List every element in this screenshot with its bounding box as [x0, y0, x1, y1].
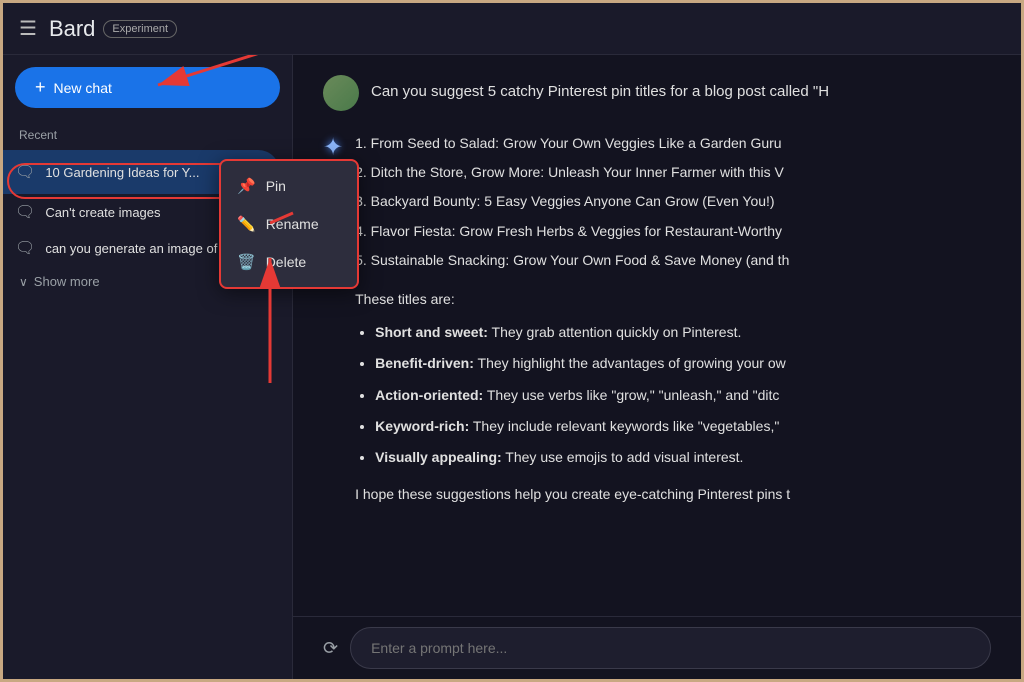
regenerate-icon[interactable]: ⟳ — [323, 638, 338, 659]
chat-icon: 🗨 — [15, 238, 35, 258]
bullet-list: Short and sweet: They grab attention qui… — [355, 320, 991, 470]
context-menu-item-delete[interactable]: 🗑️ Delete — [221, 243, 357, 281]
bullet-item-4: Keyword-rich: They include relevant keyw… — [375, 414, 991, 439]
menu-icon[interactable]: ☰ — [19, 16, 37, 41]
recent-label: Recent — [3, 124, 292, 150]
pin-icon: 📌 — [237, 177, 256, 195]
response-item-4: 4. Flavor Fiesta: Grow Fresh Herbs & Veg… — [355, 219, 991, 244]
show-more-label: Show more — [34, 274, 100, 289]
context-menu: 📌 Pin ✏️ Rename 🗑️ Delete — [219, 159, 359, 289]
chevron-down-icon: ∨ — [19, 275, 28, 289]
bullet-item-5: Visually appealing: They use emojis to a… — [375, 445, 991, 470]
bard-response: ✦ 1. From Seed to Salad: Grow Your Own V… — [323, 131, 991, 507]
chat-icon: 🗨 — [15, 202, 35, 222]
delete-icon: 🗑️ — [237, 253, 256, 271]
main-layout: + New chat Recent 🗨 10 Gardening Ideas f… — [3, 55, 1021, 679]
delete-label: Delete — [266, 254, 306, 270]
response-item-1: 1. From Seed to Salad: Grow Your Own Veg… — [355, 131, 991, 156]
topbar: ☰ Bard Experiment — [3, 3, 1021, 55]
prompt-input[interactable] — [350, 627, 991, 669]
response-content: 1. From Seed to Salad: Grow Your Own Veg… — [355, 131, 991, 507]
new-chat-button[interactable]: + New chat — [15, 67, 280, 108]
response-item-2: 2. Ditch the Store, Grow More: Unleash Y… — [355, 160, 991, 185]
experiment-badge: Experiment — [103, 20, 177, 38]
rename-icon: ✏️ — [237, 215, 256, 233]
summary-title: These titles are: — [355, 287, 991, 312]
bottom-bar: ⟳ — [293, 616, 1021, 679]
bullet-item-2: Benefit-driven: They highlight the advan… — [375, 351, 991, 376]
new-chat-label: New chat — [54, 80, 112, 96]
chat-content: Can you suggest 5 catchy Pinterest pin t… — [293, 55, 1021, 616]
response-item-5: 5. Sustainable Snacking: Grow Your Own F… — [355, 248, 991, 273]
brand-name: Bard — [49, 16, 95, 42]
content-area: Can you suggest 5 catchy Pinterest pin t… — [293, 55, 1021, 679]
sidebar: + New chat Recent 🗨 10 Gardening Ideas f… — [3, 55, 293, 679]
bullet-item-3: Action-oriented: They use verbs like "gr… — [375, 383, 991, 408]
chat-icon: 🗨 — [15, 162, 35, 182]
user-avatar — [323, 75, 359, 111]
user-question: Can you suggest 5 catchy Pinterest pin t… — [323, 75, 991, 111]
plus-icon: + — [35, 77, 46, 98]
context-menu-item-pin[interactable]: 📌 Pin — [221, 167, 357, 205]
rename-label: Rename — [266, 216, 319, 232]
chat-title: 10 Gardening Ideas for Y... — [45, 165, 240, 180]
response-item-3: 3. Backyard Bounty: 5 Easy Veggies Anyon… — [355, 189, 991, 214]
bullet-item-1: Short and sweet: They grab attention qui… — [375, 320, 991, 345]
pin-label: Pin — [266, 178, 286, 194]
context-menu-item-rename[interactable]: ✏️ Rename — [221, 205, 357, 243]
user-question-text: Can you suggest 5 catchy Pinterest pin t… — [371, 75, 829, 104]
closing-text: I hope these suggestions help you create… — [355, 482, 991, 507]
